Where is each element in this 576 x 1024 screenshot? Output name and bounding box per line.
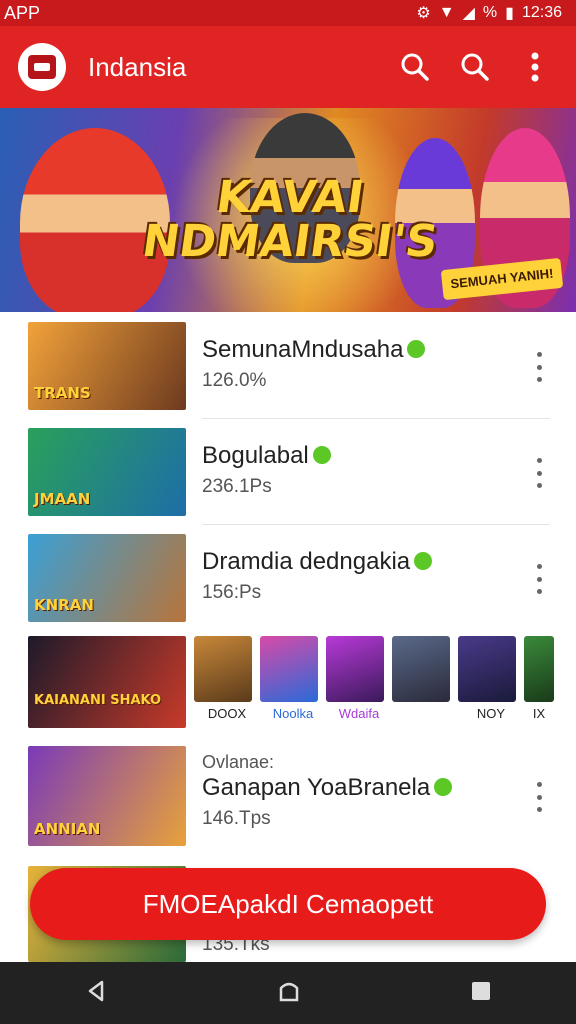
list-item[interactable]: JMAAN Bogulabal 236.1Ps [0, 424, 576, 530]
strip-tile[interactable]: Wdaifa [326, 636, 384, 726]
status-time: 12:36 [521, 4, 562, 21]
system-nav-bar [0, 962, 576, 1024]
recents-icon[interactable] [470, 980, 492, 1007]
game-thumbnail[interactable]: JMAAN [28, 428, 186, 516]
game-title: Dramdia dedngakia [202, 548, 411, 575]
signal-icon: ◢ [462, 5, 475, 22]
game-meta: 126.0% [202, 370, 267, 391]
game-thumbnail[interactable]: TRANS [28, 322, 186, 410]
battery-icon: ▮ [505, 5, 514, 22]
wifi-icon: ▼ [438, 4, 455, 21]
game-strip: DOOX Noolka Wdaifa NOY IX [194, 636, 576, 726]
game-thumbnail[interactable]: ANNIAN [28, 746, 186, 846]
game-meta: 146.Tps [202, 808, 271, 829]
search-icon-2[interactable] [452, 44, 498, 90]
banner-title-line2: NDMAIRSI'S [139, 216, 441, 267]
more-options-icon[interactable] [530, 782, 548, 812]
strip-tile[interactable] [392, 636, 450, 726]
game-title: SemunaMndusaha [202, 336, 404, 363]
verified-badge-icon [312, 445, 331, 464]
verified-badge-icon [407, 339, 426, 358]
strip-tile[interactable]: Noolka [260, 636, 318, 726]
verified-badge-icon [434, 777, 453, 796]
list-item[interactable]: TRANS SemunaMndusaha 126.0% [0, 318, 576, 424]
banner-title-line1: KAVAI [213, 172, 367, 223]
game-pre-label: Ovlanae: [202, 752, 275, 772]
game-title: Ganapan YoaBranela [202, 774, 431, 801]
more-options-icon[interactable] [530, 352, 548, 382]
status-app-label: APP [4, 2, 41, 23]
battery-percent: % [482, 4, 498, 21]
more-options-icon[interactable] [530, 564, 548, 594]
game-meta: 156:Ps [202, 582, 262, 603]
app-title: Indansia [88, 51, 187, 82]
strip-tile[interactable]: IX [524, 636, 554, 726]
divider [202, 524, 550, 525]
list-item[interactable]: KNRAN Dramdia dedngakia 156:Ps [0, 530, 576, 636]
app-logo[interactable] [18, 43, 66, 91]
notification-icon: ⚙ [416, 5, 431, 22]
status-bar: APP ⚙ ▼ ◢ % ▮ 12:36 [0, 0, 576, 26]
game-thumbnail[interactable]: KNRAN [28, 534, 186, 622]
more-options-icon[interactable] [530, 458, 548, 488]
search-icon[interactable] [392, 44, 438, 90]
verified-badge-icon [414, 551, 433, 570]
game-title: Bogulabal [202, 442, 309, 469]
primary-cta-button[interactable]: FMOEApakdI Cemaopett [30, 868, 546, 940]
divider [202, 418, 550, 419]
overflow-menu-icon[interactable] [512, 44, 558, 90]
strip-tile[interactable]: NOY [458, 636, 516, 726]
app-bar: Indansia [0, 26, 576, 108]
back-icon[interactable] [84, 979, 108, 1008]
strip-tile[interactable]: DOOX [194, 636, 252, 726]
home-icon[interactable] [276, 978, 302, 1009]
status-icons: ⚙ ▼ ◢ % ▮ 12:36 [416, 3, 562, 23]
featured-thumbnail[interactable]: KAIANANI SHAKO [28, 636, 186, 728]
game-meta: 236.1Ps [202, 476, 272, 497]
list-item[interactable]: ANNIAN Ovlanae: Ganapan YoaBranela 146.T… [0, 742, 576, 848]
